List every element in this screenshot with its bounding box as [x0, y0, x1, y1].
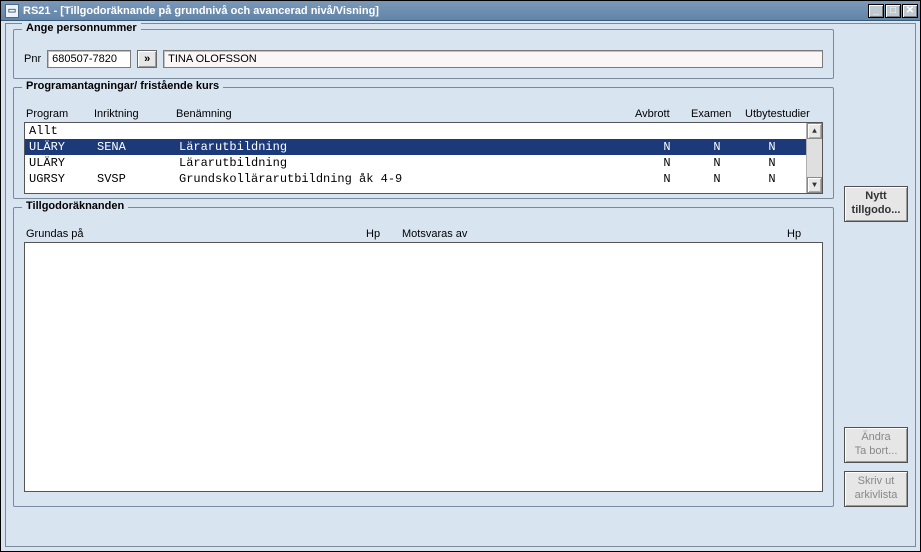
cell-program: ULÄRY: [29, 155, 97, 171]
cell-benamning: [179, 123, 642, 139]
personnummer-legend: Ange personnummer: [22, 22, 141, 34]
maximize-icon: □: [890, 6, 896, 16]
program-listbox[interactable]: AlltULÄRYSENALärarutbildningNNNULÄRYLära…: [24, 122, 823, 194]
hdr-hp1: Hp: [366, 228, 402, 240]
go-icon: »: [144, 53, 150, 65]
scroll-up-button[interactable]: ▲: [807, 123, 822, 139]
credits-headers: Grundas på Hp Motsvaras av Hp: [26, 228, 823, 240]
nytt-line2: tillgodo...: [847, 204, 905, 218]
side-buttons-1: Nytt tillgodo...: [844, 186, 908, 222]
cell-program: ULÄRY: [29, 139, 97, 155]
pnr-row: Pnr »: [24, 50, 823, 68]
cell-examen: [692, 123, 742, 139]
side-buttons-2: Ändra Ta bort...: [844, 427, 908, 463]
hdr-motsvaras: Motsvaras av: [402, 228, 787, 240]
table-row[interactable]: UGRSYSVSPGrundskollärarutbildning åk 4-9…: [25, 171, 806, 187]
cell-utbytesstudier: N: [742, 155, 802, 171]
name-input[interactable]: [163, 50, 823, 68]
close-icon: ✕: [906, 6, 914, 16]
hdr-program: Program: [26, 108, 94, 120]
program-scrollbar[interactable]: ▲ ▼: [806, 123, 822, 193]
chevron-up-icon: ▲: [812, 127, 817, 136]
app-icon: ▭: [5, 4, 19, 18]
cell-avbrott: N: [642, 171, 692, 187]
cell-avbrott: [642, 123, 692, 139]
pnr-input[interactable]: [47, 50, 131, 68]
skriv-ut-button[interactable]: Skriv ut arkivlista: [844, 471, 908, 507]
program-legend: Programantagningar/ fristående kurs: [22, 80, 223, 92]
credits-section: Tillgodoräknanden Grundas på Hp Motsvara…: [13, 207, 834, 507]
hdr-grundas: Grundas på: [26, 228, 366, 240]
cell-utbytesstudier: N: [742, 171, 802, 187]
personnummer-section: Ange personnummer Pnr »: [13, 29, 834, 79]
pnr-label: Pnr: [24, 53, 41, 65]
program-body: Program Inriktning Benämning Avbrott Exa…: [24, 108, 823, 194]
cell-inriktning: SENA: [97, 139, 179, 155]
cell-benamning: Lärarutbildning: [179, 155, 642, 171]
program-headers: Program Inriktning Benämning Avbrott Exa…: [26, 108, 823, 120]
titlebar[interactable]: ▭ RS21 - [Tillgodoräknande på grundnivå …: [1, 1, 920, 21]
cell-inriktning: [97, 155, 179, 171]
hdr-benamning: Benämning: [176, 108, 635, 120]
cell-utbytesstudier: N: [742, 139, 802, 155]
andra-line1: Ändra: [861, 431, 890, 443]
minimize-button[interactable]: _: [868, 4, 884, 18]
scroll-down-button[interactable]: ▼: [807, 177, 822, 193]
cell-inriktning: [97, 123, 179, 139]
hdr-utbytesstudier: Utbytestudier: [745, 108, 823, 120]
maximize-button[interactable]: □: [885, 4, 901, 18]
cell-avbrott: N: [642, 139, 692, 155]
cell-examen: N: [692, 155, 742, 171]
program-rows: AlltULÄRYSENALärarutbildningNNNULÄRYLära…: [25, 123, 806, 193]
pnr-go-button[interactable]: »: [137, 50, 157, 68]
cell-program: UGRSY: [29, 171, 97, 187]
cell-benamning: Lärarutbildning: [179, 139, 642, 155]
scroll-track[interactable]: [807, 139, 822, 177]
cell-inriktning: SVSP: [97, 171, 179, 187]
cell-avbrott: N: [642, 155, 692, 171]
window-buttons: _ □ ✕: [867, 4, 918, 18]
table-row[interactable]: ULÄRYLärarutbildningNNN: [25, 155, 806, 171]
hdr-avbrott: Avbrott: [635, 108, 691, 120]
skriv-line1: Skriv ut: [858, 475, 895, 487]
hdr-inriktning: Inriktning: [94, 108, 176, 120]
cell-utbytesstudier: [742, 123, 802, 139]
skriv-line2: arkivlista: [847, 489, 905, 503]
cell-examen: N: [692, 139, 742, 155]
window-title: RS21 - [Tillgodoräknande på grundnivå oc…: [23, 5, 867, 17]
nytt-tillgodo-button[interactable]: Nytt tillgodo...: [844, 186, 908, 222]
side-buttons-3: Skriv ut arkivlista: [844, 471, 908, 507]
content: Ange personnummer Pnr » Programantagning…: [13, 29, 834, 539]
cell-examen: N: [692, 171, 742, 187]
table-row[interactable]: ULÄRYSENALärarutbildningNNN: [25, 139, 806, 155]
minimize-icon: _: [873, 6, 879, 16]
main-window: ▭ RS21 - [Tillgodoräknande på grundnivå …: [0, 0, 921, 552]
cell-program: Allt: [29, 123, 97, 139]
nytt-line1: Nytt: [865, 190, 886, 202]
hdr-hp2: Hp: [787, 228, 823, 240]
program-section: Programantagningar/ fristående kurs Prog…: [13, 87, 834, 199]
chevron-down-icon: ▼: [812, 181, 817, 190]
close-button[interactable]: ✕: [902, 4, 918, 18]
credits-listbox[interactable]: [24, 242, 823, 492]
andra-line2: Ta bort...: [847, 445, 905, 459]
hdr-examen: Examen: [691, 108, 745, 120]
cell-benamning: Grundskollärarutbildning åk 4-9: [179, 171, 642, 187]
credits-legend: Tillgodoräknanden: [22, 200, 128, 212]
table-row[interactable]: Allt: [25, 123, 806, 139]
andra-tabort-button[interactable]: Ändra Ta bort...: [844, 427, 908, 463]
